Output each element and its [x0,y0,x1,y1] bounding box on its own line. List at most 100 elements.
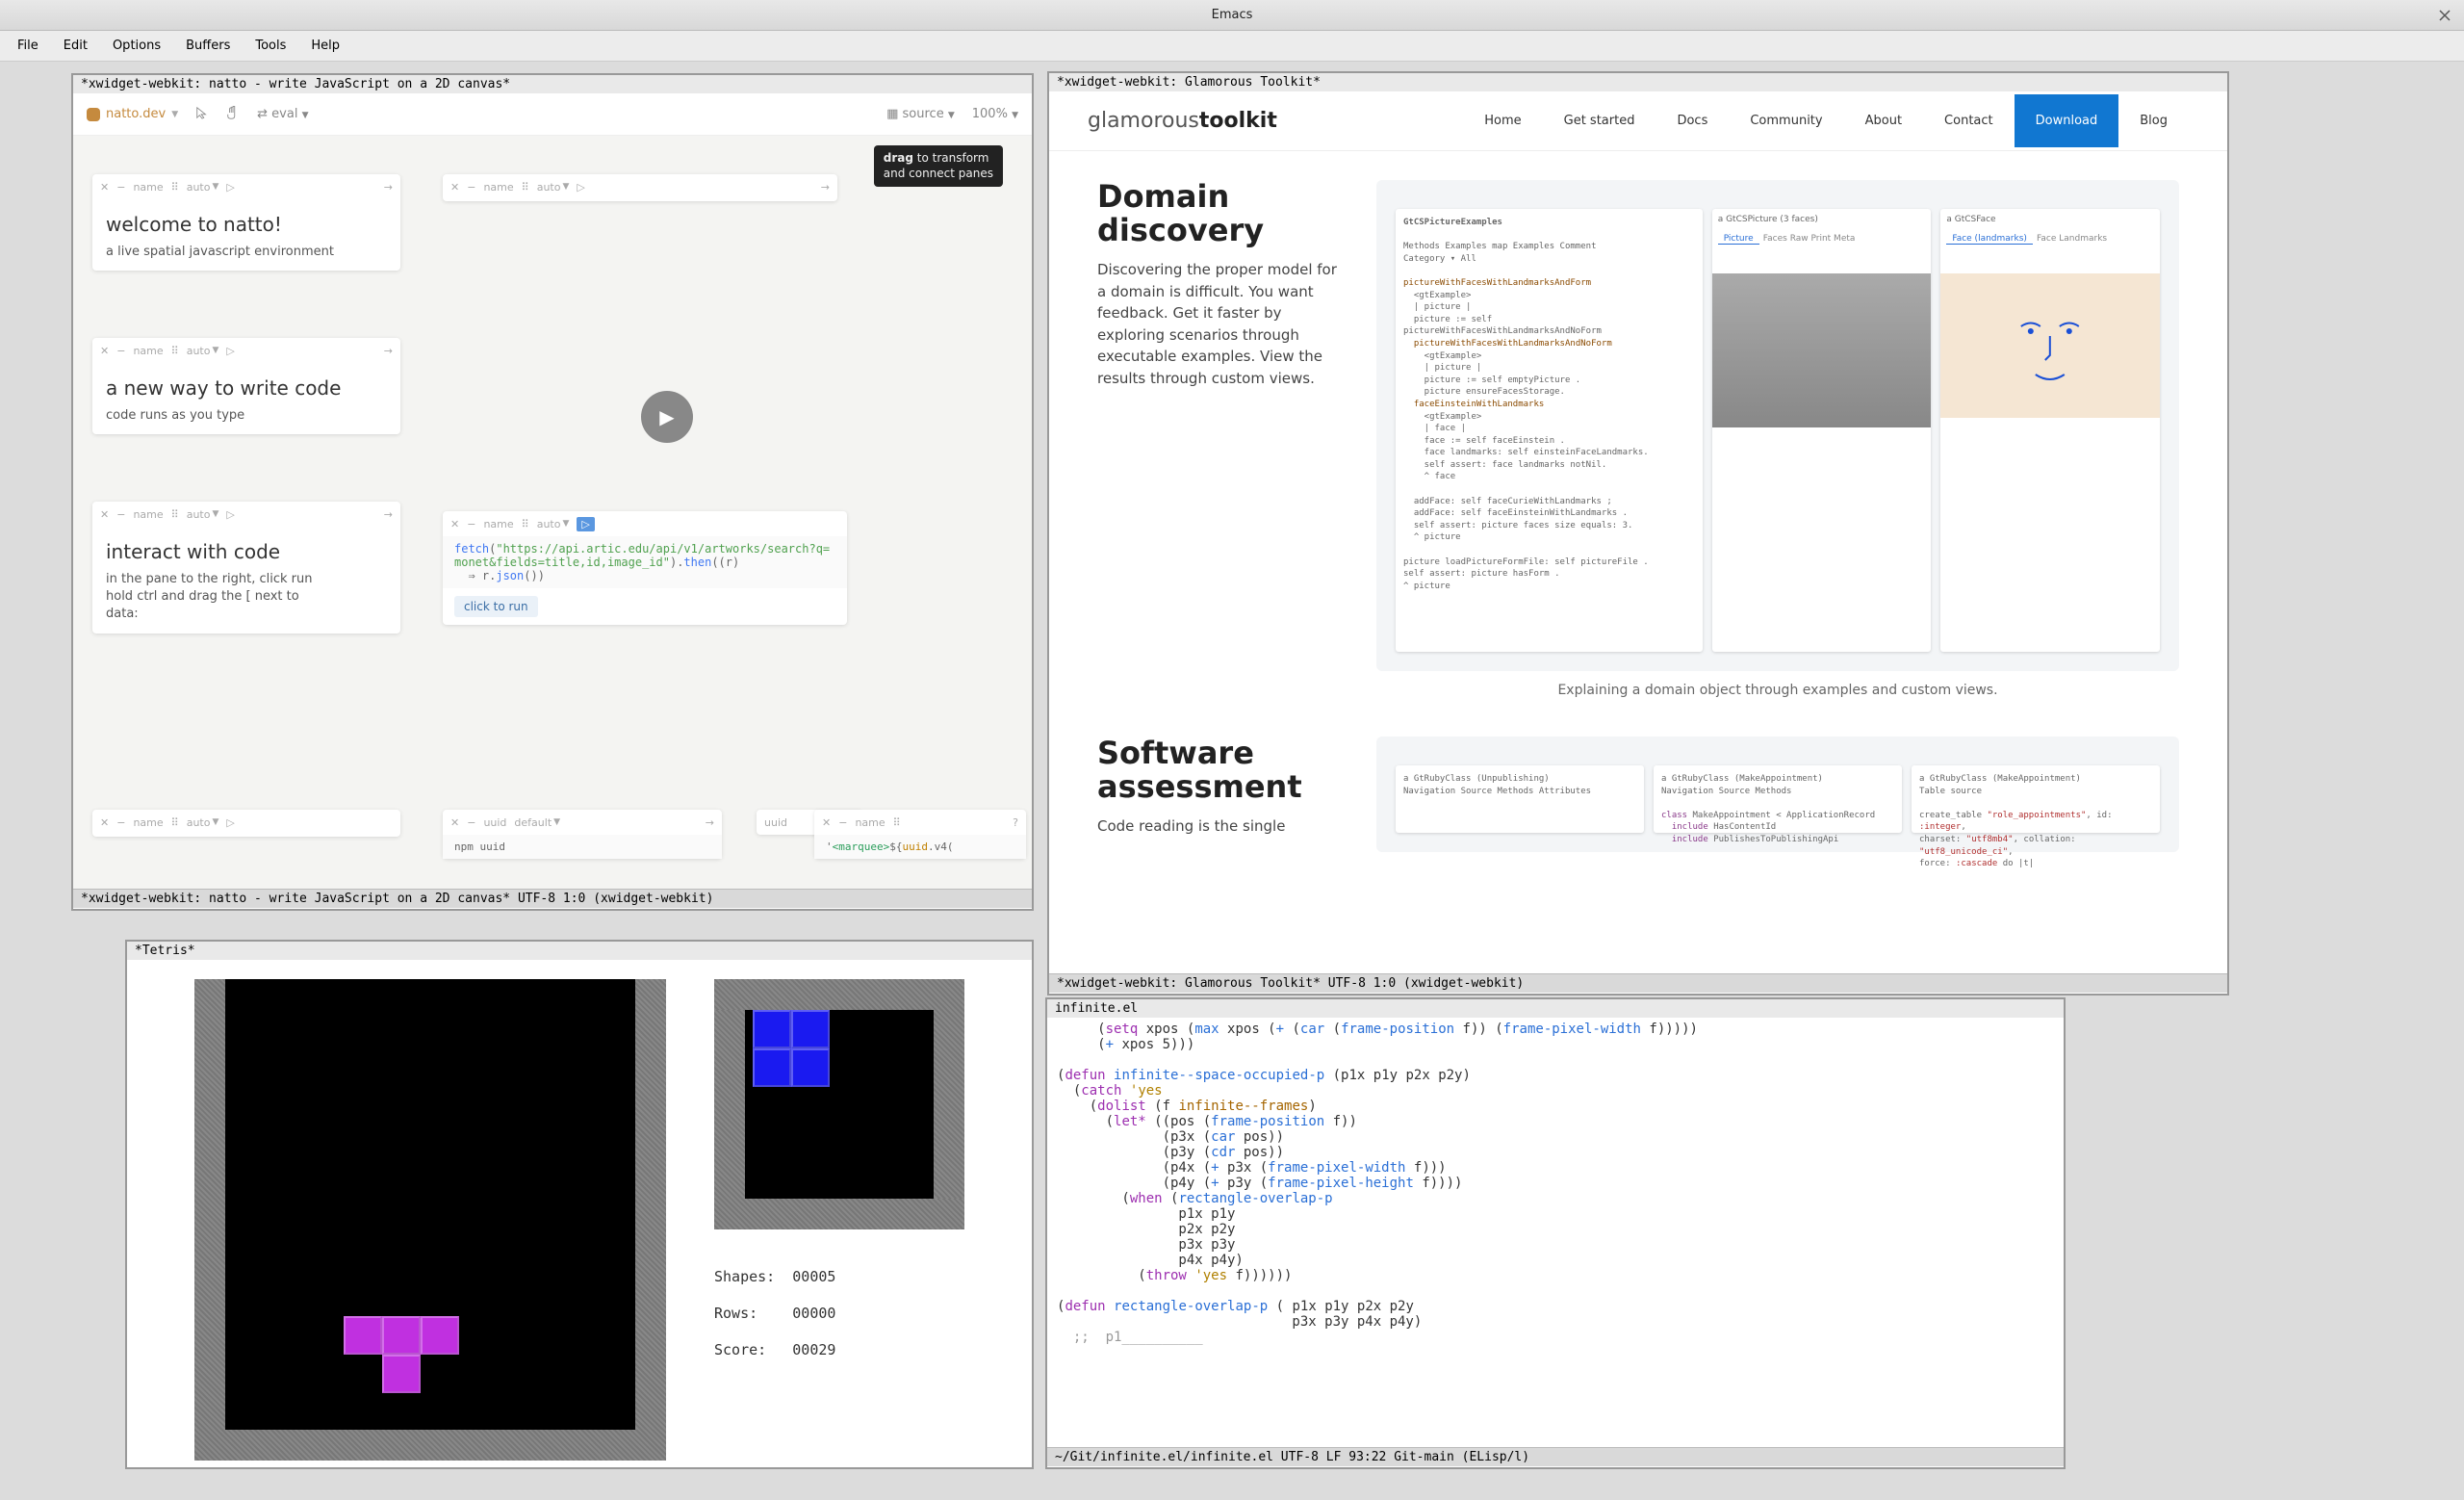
nav-get-started[interactable]: Get started [1543,94,1656,147]
source-dropdown[interactable]: ▦ source ▼ [886,107,955,121]
menu-options[interactable]: Options [101,35,172,57]
auto-dropdown[interactable]: auto ▼ [187,816,219,829]
tetris-body[interactable]: Shapes: 00005 Rows: 00000 Score: 00029 [127,960,1032,1466]
help-icon[interactable]: ? [1013,816,1018,829]
pane-fetch[interactable]: ✕ − name ⠿ auto ▼ ▷ fetch("https://api.a… [443,511,847,625]
menu-tools[interactable]: Tools [244,35,297,57]
grip-icon[interactable]: ⠿ [171,508,179,521]
name-dropdown[interactable]: name [483,181,513,194]
eval-dropdown[interactable]: ⇄ eval ▼ [257,107,308,121]
arrow-right-icon[interactable]: → [384,508,393,521]
glamorous-window: *xwidget-webkit: Glamorous Toolkit* glam… [1047,71,2229,996]
tetris-board[interactable] [194,979,666,1461]
pane-toolbar: ✕ − name ⠿ auto ▼ ▷ [443,511,847,536]
run-icon[interactable]: ▷ [226,816,234,829]
natto-canvas[interactable]: drag to transform and connect panes ▶ ✕ … [73,136,1032,889]
run-icon[interactable]: ▷ [226,181,234,194]
grip-icon[interactable]: ⠿ [171,181,179,194]
dash-icon[interactable]: − [116,508,125,521]
close-icon[interactable]: ✕ [822,816,831,829]
play-button[interactable]: ▶ [641,391,693,443]
close-icon[interactable]: ✕ [450,816,459,829]
pane-newway[interactable]: ✕ − name ⠿ auto ▼ ▷ → a new way to write… [92,338,400,434]
auto-dropdown[interactable]: auto ▼ [537,181,570,194]
auto-dropdown[interactable]: auto ▼ [537,518,570,530]
grip-icon[interactable]: ⠿ [522,181,529,194]
close-icon[interactable]: ✕ [100,345,109,357]
nav-community[interactable]: Community [1729,94,1843,147]
hand-tool-icon[interactable] [226,106,240,123]
auto-dropdown[interactable]: auto ▼ [187,508,219,521]
close-icon[interactable]: ✕ [450,181,459,194]
arrow-right-icon[interactable]: → [706,816,714,829]
nav-docs[interactable]: Docs [1656,94,1729,147]
cursor-tool-icon[interactable] [195,106,209,123]
dash-icon[interactable]: − [467,816,475,829]
grip-icon[interactable]: ⠿ [522,518,529,530]
close-icon[interactable]: ✕ [450,518,459,530]
dash-icon[interactable]: − [467,518,475,530]
grip-icon[interactable]: ⠿ [171,345,179,357]
menu-file[interactable]: File [6,35,50,57]
pane-marquee[interactable]: ✕ − name ⠿ ? '<marquee>${uuid.v4( [814,810,1026,859]
glam-body: glamoroustoolkit Home Get started Docs C… [1049,91,2227,973]
pane-interact[interactable]: ✕ − name ⠿ auto ▼ ▷ → interact with code… [92,502,400,634]
pane-welcome[interactable]: ✕ − name ⠿ auto ▼ ▷ → welcome to natto! … [92,174,400,271]
close-icon[interactable] [2437,8,2452,23]
click-to-run-button[interactable]: click to run [454,596,538,617]
dash-icon[interactable]: − [838,816,847,829]
shapes-label: Shapes: [714,1268,775,1285]
default-dropdown[interactable]: default ▼ [514,816,560,829]
menu-edit[interactable]: Edit [52,35,99,57]
pane-empty-1[interactable]: ✕ − name ⠿ auto ▼ ▷ → [443,174,837,201]
glam-caption: Explaining a domain object through examp… [1376,683,2179,698]
auto-dropdown[interactable]: auto ▼ [187,181,219,194]
name-dropdown[interactable]: name [133,181,163,194]
dash-icon[interactable]: − [467,181,475,194]
run-icon[interactable]: ▷ [226,508,234,521]
natto-logo[interactable]: natto.dev ▼ [87,107,178,121]
glam-brand[interactable]: glamoroustoolkit [1088,109,1277,133]
natto-header: *xwidget-webkit: natto - write JavaScrip… [73,75,1032,93]
window-title: Emacs [1212,8,1253,22]
arrow-right-icon[interactable]: → [384,181,393,194]
run-icon[interactable]: ▷ [226,345,234,357]
nav-home[interactable]: Home [1463,94,1542,147]
pane-partial-1[interactable]: ✕ − name ⠿ auto ▼ ▷ [92,810,400,837]
name-dropdown[interactable]: name [133,816,163,829]
name-dropdown[interactable]: name [483,518,513,530]
name-dropdown[interactable]: name [855,816,885,829]
run-icon[interactable]: ▷ [577,181,584,194]
nav-contact[interactable]: Contact [1923,94,2015,147]
dash-icon[interactable]: − [116,181,125,194]
dash-icon[interactable]: − [116,345,125,357]
tooltip-line2: and connect panes [884,167,993,180]
name-dropdown[interactable]: name [133,345,163,357]
glam-mock-2: a GtRubyClass (Unpublishing)Navigation S… [1376,737,2179,852]
grip-icon[interactable]: ⠿ [893,816,901,829]
pane-uuid[interactable]: ✕ − uuid default ▼ → npm uuid [443,810,722,859]
pane-code[interactable]: fetch("https://api.artic.edu/api/v1/artw… [443,536,847,588]
dash-icon[interactable]: − [116,816,125,829]
zoom-dropdown[interactable]: 100% ▼ [972,107,1018,121]
nav-blog[interactable]: Blog [2118,94,2189,147]
nav-about[interactable]: About [1844,94,1923,147]
close-icon[interactable]: ✕ [100,181,109,194]
close-icon[interactable]: ✕ [100,508,109,521]
arrow-right-icon[interactable]: → [821,181,830,194]
close-icon[interactable]: ✕ [100,816,109,829]
tetris-wall [194,979,225,1461]
name-dropdown[interactable]: name [133,508,163,521]
brand-bold: toolkit [1199,109,1277,133]
menu-help[interactable]: Help [299,35,351,57]
menu-buffers[interactable]: Buffers [174,35,242,57]
nav-download[interactable]: Download [2015,94,2119,147]
elisp-code[interactable]: (setq xpos (max xpos (+ (car (frame-posi… [1047,1018,2064,1447]
arrow-right-icon[interactable]: → [384,345,393,357]
run-icon[interactable]: ▷ [577,517,594,531]
glam-section-2: Software assessment Code reading is the … [1049,727,2227,881]
photo-placeholder [1712,273,1932,427]
grip-icon[interactable]: ⠿ [171,816,179,829]
uuid-label[interactable]: uuid [483,816,506,829]
auto-dropdown[interactable]: auto ▼ [187,345,219,357]
